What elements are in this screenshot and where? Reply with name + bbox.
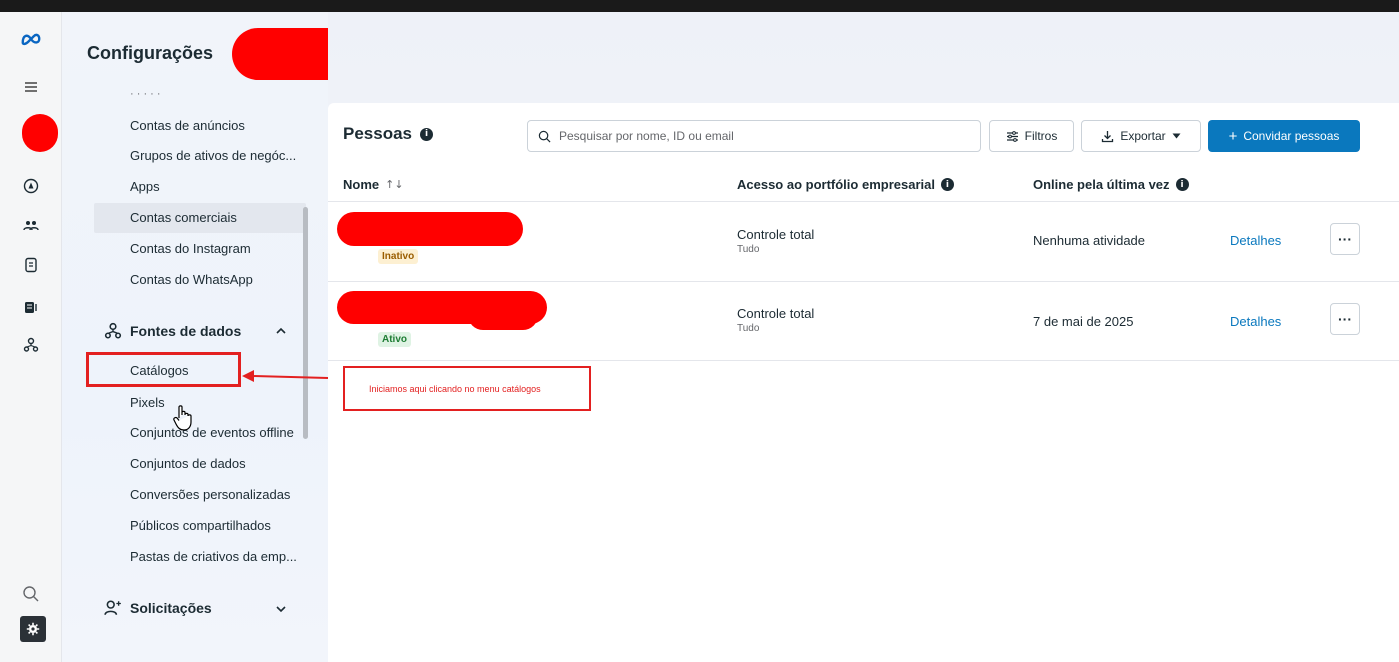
data-sources-label: Fontes de dados xyxy=(130,323,242,339)
table-divider xyxy=(328,360,1399,361)
sidebar-item-apps[interactable]: Apps xyxy=(130,179,160,194)
sidebar-item-asset-groups[interactable]: Grupos de ativos de negóc... xyxy=(130,148,296,163)
window-top-bar xyxy=(0,0,1399,12)
account-avatar-redaction xyxy=(22,114,58,152)
people-title: Pessoas i xyxy=(343,124,433,144)
document-icon[interactable] xyxy=(20,254,42,276)
search-icon xyxy=(538,130,551,142)
sidebar-item-offline-event-sets[interactable]: Conjuntos de eventos offline xyxy=(130,425,294,440)
hand-cursor-icon xyxy=(173,405,192,431)
sidebar-item-ad-accounts[interactable]: Contas de anúncios xyxy=(130,118,245,133)
data-sources-icon xyxy=(104,322,122,339)
compass-icon[interactable] xyxy=(20,175,42,197)
table-divider xyxy=(328,201,1399,202)
sidebar-item-creative-folders[interactable]: Pastas de criativos da emp... xyxy=(130,549,297,564)
export-button[interactable]: Exportar xyxy=(1081,120,1201,152)
meta-logo-icon[interactable] xyxy=(20,28,42,50)
filters-label: Filtros xyxy=(1024,129,1058,143)
person-name-redaction xyxy=(337,212,523,246)
table-divider xyxy=(328,281,1399,282)
last-online: Nenhuma atividade xyxy=(1033,233,1146,248)
access-scope: Tudo xyxy=(737,244,760,255)
column-header-access: Acesso ao portfólio empresarial i xyxy=(737,177,954,192)
sidebar-item-whatsapp-accounts[interactable]: Contas do WhatsApp xyxy=(130,272,253,287)
stack-icon[interactable] xyxy=(20,296,42,318)
info-icon[interactable]: i xyxy=(940,178,954,191)
more-options-button[interactable]: ··· xyxy=(1330,223,1360,255)
export-label: Exportar xyxy=(1120,129,1166,143)
sidebar-section-data-sources[interactable]: Fontes de dados xyxy=(104,322,241,340)
plus-icon: + xyxy=(1228,127,1238,145)
hierarchy-icon[interactable] xyxy=(20,334,42,356)
filters-button[interactable]: Filtros xyxy=(989,120,1074,152)
details-link[interactable]: Detalhes xyxy=(1230,314,1281,329)
person-email-redaction xyxy=(468,300,538,330)
column-header-last-online: Online pela última vez i xyxy=(1033,177,1189,192)
requests-label: Solicitações xyxy=(130,600,212,616)
download-icon xyxy=(1102,130,1114,142)
last-online: 7 de mai de 2025 xyxy=(1033,314,1134,329)
settings-icon[interactable] xyxy=(20,616,46,642)
annotation-arrow-icon xyxy=(242,370,329,382)
column-last-online-label: Online pela última vez xyxy=(1033,177,1170,192)
menu-icon[interactable] xyxy=(20,76,42,98)
access-scope: Tudo xyxy=(737,323,760,334)
sidebar-item-datasets[interactable]: Conjuntos de dados xyxy=(130,456,246,471)
sidebar-section-requests[interactable]: Solicitações xyxy=(104,599,212,617)
page-header-title: Configurações xyxy=(87,43,214,63)
invite-label: Convidar pessoas xyxy=(1243,129,1340,143)
people-title-text: Pessoas xyxy=(343,124,412,143)
access-level: Controle total xyxy=(737,306,815,321)
annotation-note: Iniciamos aqui clicando no menu catálogo… xyxy=(343,366,591,411)
sidebar-item-cutoff: · · · · · xyxy=(130,88,161,96)
search-icon[interactable] xyxy=(20,583,42,605)
info-icon[interactable]: i xyxy=(1175,178,1189,191)
details-link[interactable]: Detalhes xyxy=(1230,233,1281,248)
column-header-name[interactable]: Nome ↑↓ xyxy=(343,177,404,192)
search-input[interactable] xyxy=(559,129,959,143)
invite-people-button[interactable]: + Convidar pessoas xyxy=(1208,120,1360,152)
more-options-button[interactable]: ··· xyxy=(1330,303,1360,335)
column-name-label: Nome xyxy=(343,177,380,192)
sidebar-scrollbar[interactable] xyxy=(303,207,308,439)
status-badge: Inativo xyxy=(378,249,419,264)
filter-icon xyxy=(1006,130,1018,142)
sidebar-item-instagram-accounts[interactable]: Contas do Instagram xyxy=(130,241,251,256)
sidebar-item-commercial-accounts[interactable]: Contas comerciais xyxy=(130,210,237,225)
sidebar-item-shared-audiences[interactable]: Públicos compartilhados xyxy=(130,518,271,533)
column-access-label: Acesso ao portfólio empresarial xyxy=(737,177,935,192)
sidebar-item-custom-conversions[interactable]: Conversões personalizadas xyxy=(130,487,290,502)
requests-icon xyxy=(104,600,121,615)
access-level: Controle total xyxy=(737,227,815,242)
info-icon[interactable]: i xyxy=(420,127,433,141)
caret-down-icon xyxy=(1172,133,1181,139)
sort-icon[interactable]: ↑↓ xyxy=(385,178,403,191)
search-field[interactable] xyxy=(527,120,981,152)
catalogs-highlight-box xyxy=(86,352,241,387)
chevron-down-icon[interactable] xyxy=(276,602,286,616)
chevron-up-icon[interactable] xyxy=(276,324,286,338)
status-badge: Ativo xyxy=(378,332,411,347)
people-icon[interactable] xyxy=(20,215,42,237)
sidebar-item-pixels[interactable]: Pixels xyxy=(130,395,165,410)
